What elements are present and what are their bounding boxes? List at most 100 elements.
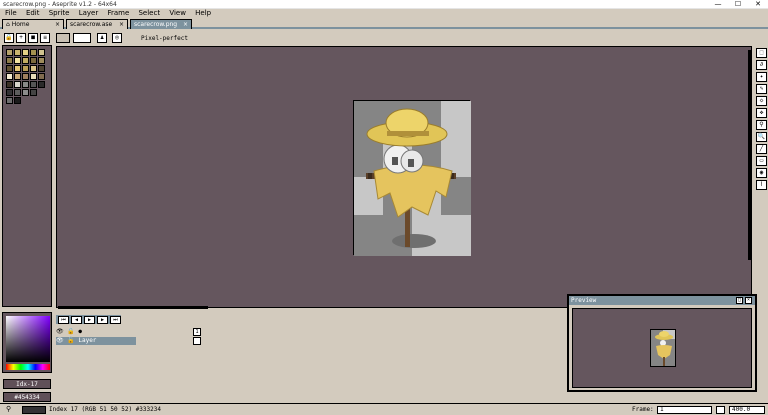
- add-icon[interactable]: +: [16, 33, 26, 43]
- brush-size-input[interactable]: [73, 33, 91, 43]
- zoom-icon[interactable]: 🔍: [756, 132, 767, 142]
- palette-swatch[interactable]: [30, 65, 37, 72]
- pixel-perfect-label[interactable]: Pixel-perfect: [141, 35, 188, 42]
- palette-swatch[interactable]: [6, 81, 13, 88]
- palette-swatch[interactable]: [38, 81, 45, 88]
- palette-swatch[interactable]: [14, 49, 21, 56]
- preview-canvas[interactable]: [572, 308, 752, 388]
- palette-swatch[interactable]: [22, 65, 29, 72]
- wand-icon[interactable]: ✦: [756, 72, 767, 82]
- palette-swatch[interactable]: [6, 89, 13, 96]
- zoom-icon[interactable]: [716, 406, 725, 414]
- vertical-scrollbar[interactable]: [748, 50, 751, 260]
- first-frame-icon[interactable]: ⏮: [58, 316, 69, 324]
- palette-swatch[interactable]: [6, 65, 13, 72]
- editor-canvas[interactable]: [56, 46, 752, 308]
- palette-swatch[interactable]: [38, 49, 45, 56]
- preview-header: Preview □ ×: [569, 296, 755, 305]
- palette-swatch[interactable]: [30, 81, 37, 88]
- palette-swatch[interactable]: [22, 81, 29, 88]
- horizontal-scrollbar[interactable]: [58, 306, 208, 309]
- palette-swatch[interactable]: [30, 49, 37, 56]
- frame-header-1[interactable]: 1: [193, 328, 201, 336]
- eyedropper-icon[interactable]: ⚲: [756, 120, 767, 130]
- fill-icon[interactable]: ◉: [756, 168, 767, 178]
- blur-icon[interactable]: ⌇: [756, 180, 767, 190]
- palette-swatch[interactable]: [14, 73, 21, 80]
- palette-swatch[interactable]: [14, 97, 21, 104]
- palette-swatch[interactable]: [38, 65, 45, 72]
- stop-icon[interactable]: ■: [28, 33, 38, 43]
- lock-icon[interactable]: 🔒: [67, 328, 74, 335]
- maximize-icon[interactable]: □: [736, 297, 743, 304]
- menu-frame[interactable]: Frame: [107, 9, 129, 18]
- tab-scarecrow-ase[interactable]: scarecrow.ase ×: [66, 19, 128, 29]
- palette-swatch[interactable]: [14, 65, 21, 72]
- palette-swatch[interactable]: [14, 57, 21, 64]
- palette-swatch[interactable]: [38, 57, 45, 64]
- lock-icon[interactable]: 🔒: [4, 33, 14, 43]
- menu-help[interactable]: Help: [195, 9, 211, 18]
- saturation-value-picker[interactable]: [6, 316, 50, 362]
- home-icon: ⌂: [6, 21, 10, 28]
- background-color-hex[interactable]: #454334: [3, 392, 51, 402]
- play-icon[interactable]: ▶: [84, 316, 95, 324]
- zoom-input[interactable]: 400.0: [729, 406, 765, 414]
- next-frame-icon[interactable]: ▶: [97, 316, 108, 324]
- layer-name[interactable]: Layer: [78, 337, 96, 344]
- lasso-icon[interactable]: ∂: [756, 60, 767, 70]
- sprite-canvas[interactable]: [353, 100, 471, 256]
- close-button[interactable]: ✕: [748, 0, 768, 9]
- tab-home[interactable]: ⌂ Home ×: [2, 19, 64, 29]
- tab-scarecrow-png[interactable]: scarecrow.png ×: [130, 19, 192, 29]
- visibility-icon[interactable]: 👁: [56, 337, 64, 344]
- layer-row[interactable]: 👁 🔓 Layer: [56, 337, 136, 345]
- menu-sprite[interactable]: Sprite: [49, 9, 70, 18]
- close-icon[interactable]: ×: [745, 297, 752, 304]
- foreground-color-index[interactable]: Idx-17: [3, 379, 51, 389]
- close-icon[interactable]: ×: [119, 20, 124, 29]
- visibility-icon[interactable]: 👁: [56, 328, 64, 335]
- status-text: Index 17 (RGB 51 50 52) #333234: [49, 406, 161, 413]
- lock-icon[interactable]: 🔓: [67, 337, 74, 344]
- brush-type-button[interactable]: [56, 33, 70, 43]
- menu-select[interactable]: Select: [138, 9, 160, 18]
- palette-swatch[interactable]: [6, 73, 13, 80]
- minimize-button[interactable]: —: [708, 0, 728, 9]
- palette-swatch[interactable]: [30, 57, 37, 64]
- menu-edit[interactable]: Edit: [26, 9, 40, 18]
- eraser-icon[interactable]: ◇: [756, 96, 767, 106]
- prev-frame-icon[interactable]: ◀: [71, 316, 82, 324]
- palette-swatch[interactable]: [22, 49, 29, 56]
- palette-swatch[interactable]: [6, 97, 13, 104]
- palette-swatch[interactable]: [22, 89, 29, 96]
- cel[interactable]: [193, 337, 201, 345]
- target-icon[interactable]: ◎: [112, 33, 122, 43]
- rectangle-icon[interactable]: ▭: [756, 156, 767, 166]
- close-icon[interactable]: ×: [55, 20, 60, 29]
- last-frame-icon[interactable]: ⏭: [110, 316, 121, 324]
- maximize-button[interactable]: ☐: [728, 0, 748, 9]
- menu-view[interactable]: View: [169, 9, 186, 18]
- palette-swatch[interactable]: [38, 73, 45, 80]
- palette-swatch[interactable]: [22, 57, 29, 64]
- menu-icon[interactable]: ≡: [40, 33, 50, 43]
- hue-slider[interactable]: [6, 364, 50, 370]
- frame-input[interactable]: 1: [657, 406, 712, 414]
- palette-swatch[interactable]: [6, 49, 13, 56]
- continuous-icon[interactable]: ●: [78, 328, 82, 335]
- close-icon[interactable]: ×: [183, 20, 188, 29]
- palette-swatch[interactable]: [22, 73, 29, 80]
- palette-swatch[interactable]: [6, 57, 13, 64]
- line-icon[interactable]: ╱: [756, 144, 767, 154]
- palette-swatch[interactable]: [30, 89, 37, 96]
- palette-swatch[interactable]: [14, 81, 21, 88]
- palette-swatch[interactable]: [30, 73, 37, 80]
- palette-swatch[interactable]: [14, 89, 21, 96]
- pencil-icon[interactable]: ✎: [756, 84, 767, 94]
- menu-file[interactable]: File: [5, 9, 17, 18]
- marquee-icon[interactable]: ⬚: [756, 48, 767, 58]
- move-icon[interactable]: ✥: [756, 108, 767, 118]
- menu-layer[interactable]: Layer: [79, 9, 99, 18]
- user-icon[interactable]: ♟: [97, 33, 107, 43]
